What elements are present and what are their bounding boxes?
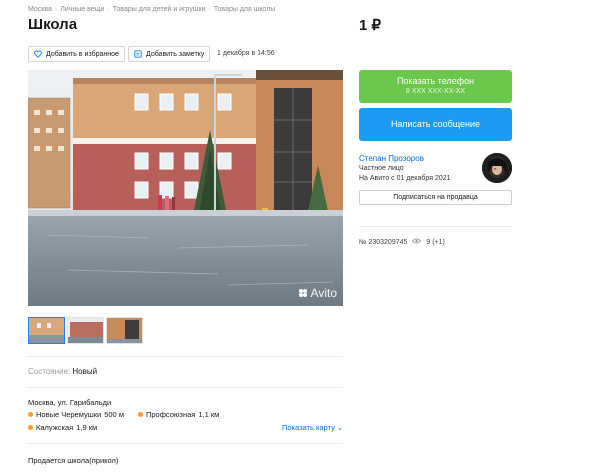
divider: [28, 356, 343, 357]
show-map-link[interactable]: Показать карту ⌄: [282, 423, 343, 432]
condition: Состояние: Новый: [28, 367, 97, 376]
note-icon: [134, 50, 142, 58]
show-phone-button[interactable]: Показать телефон 8 XXX XXX-XX-XX: [359, 70, 512, 103]
metro-distance: 500 м: [104, 410, 124, 419]
divider: [28, 443, 343, 444]
add-to-favorites-label: Добавить в избранное: [46, 50, 119, 58]
phone-masked: 8 XXX XXX-XX-XX: [405, 88, 466, 95]
metro-distance: 1,1 км: [198, 410, 220, 419]
heart-icon: [34, 50, 42, 58]
breadcrumb-item[interactable]: Товары для детей и игрушки: [113, 6, 206, 13]
condition-value: Новый: [72, 367, 98, 376]
metro-name: Новые Черемушки: [36, 410, 102, 419]
avatar[interactable]: [482, 153, 512, 183]
condition-label: Состояние:: [28, 367, 71, 376]
divider: [28, 387, 343, 388]
chevron-down-icon: ⌄: [336, 423, 344, 432]
main-photo[interactable]: Avito: [28, 70, 343, 306]
avito-watermark: Avito: [298, 286, 337, 300]
metro-name: Калужская: [36, 423, 74, 432]
eye-icon: [412, 238, 422, 246]
subscribe-button[interactable]: Подписаться на продавца: [359, 190, 512, 205]
breadcrumb: Москва · Личные вещи · Товары для детей и иг…: [28, 6, 276, 13]
thumbnail[interactable]: [67, 317, 104, 344]
listing-price: 1 ₽: [359, 17, 382, 34]
metro-station: Новые Черемушки 500 м: [28, 410, 124, 419]
listing-title: Школа: [28, 16, 78, 33]
metro-station: Профсоюзная 1,1 км: [138, 410, 219, 419]
add-to-favorites-button[interactable]: Добавить в избранное: [28, 46, 125, 62]
add-note-label: Добавить заметку: [146, 50, 205, 58]
address: Москва, ул. Гарибальди: [28, 398, 112, 407]
divider: [359, 226, 512, 227]
show-phone-label: Показать телефон: [396, 76, 475, 86]
thumbnail[interactable]: [28, 317, 65, 344]
view-count: 9 (+1): [426, 238, 445, 246]
metro-distance: 1,9 км: [76, 423, 98, 432]
paw-icon: [298, 288, 308, 298]
ad-number: № 2303209745: [359, 238, 408, 246]
thumbnail[interactable]: [106, 317, 143, 344]
metro-station: Калужская 1,9 км: [28, 423, 97, 432]
photo-thumbnails: [28, 317, 143, 344]
description: Продается школа(прикол): [28, 456, 119, 465]
breadcrumb-item[interactable]: Товары для школы: [214, 6, 276, 13]
metro-dot-icon: [138, 412, 143, 417]
seller-name-link[interactable]: Степан Прозоров: [359, 154, 424, 163]
metro-dot-icon: [28, 425, 33, 430]
breadcrumb-item[interactable]: Москва: [28, 6, 52, 13]
add-note-button[interactable]: Добавить заметку: [128, 46, 211, 62]
seller-since: На Авито с 01 декабря 2021: [359, 175, 451, 182]
write-message-button[interactable]: Написать сообщение: [359, 108, 512, 141]
seller-type: Частное лицо: [359, 165, 404, 172]
metro-dot-icon: [28, 412, 33, 417]
metro-name: Профсоюзная: [146, 410, 196, 419]
publish-date: 1 декабря в 14:56: [217, 50, 275, 57]
breadcrumb-item[interactable]: Личные вещи: [60, 6, 104, 13]
ad-meta: № 2303209745 9 (+1): [359, 238, 445, 246]
